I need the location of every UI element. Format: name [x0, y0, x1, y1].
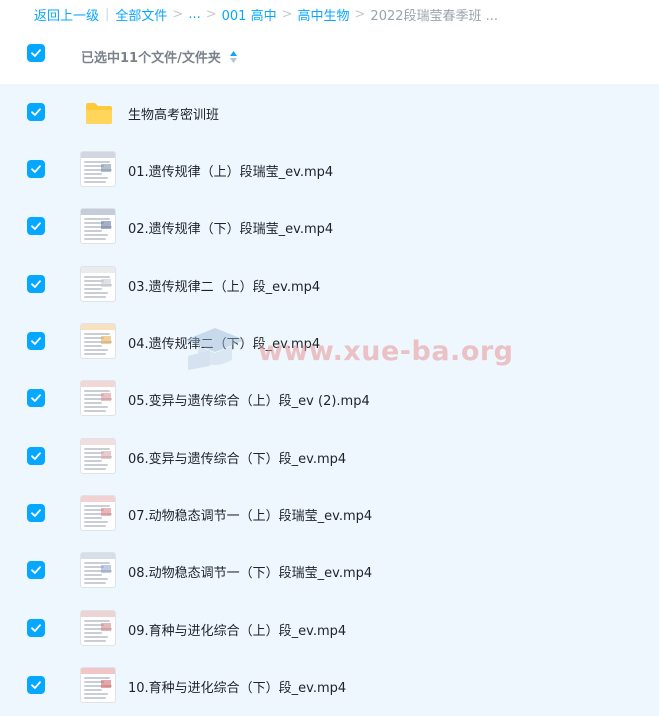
file-name[interactable]: 06.变异与遗传综合（下）段_ev.mp4	[128, 448, 346, 467]
breadcrumb-item-biology[interactable]: 高中生物	[298, 5, 350, 24]
file-row[interactable]: 04.遗传规律二（下）段_ev.mp4	[0, 313, 659, 370]
file-name[interactable]: 01.遗传规律（上）段瑞莹_ev.mp4	[128, 161, 333, 180]
video-thumbnail	[80, 610, 116, 646]
list-header: 已选中11个文件/文件夹	[0, 28, 659, 84]
row-checkbox[interactable]	[27, 447, 45, 465]
file-row[interactable]: 07.动物稳态调节一（上）段瑞莹_ev.mp4	[0, 485, 659, 542]
video-thumbnail	[80, 151, 116, 187]
file-row[interactable]: 10.育种与进化综合（下）段_ev.mp4	[0, 657, 659, 714]
row-checkbox[interactable]	[27, 619, 45, 637]
row-checkbox[interactable]	[27, 561, 45, 579]
breadcrumb-item-high-school[interactable]: 001 高中	[222, 5, 277, 24]
checkmark-icon	[31, 681, 41, 689]
file-row[interactable]: 03.遗传规律二（上）段_ev.mp4	[0, 256, 659, 313]
chevron-right-icon: >	[281, 6, 293, 22]
video-thumbnail	[80, 380, 116, 416]
file-name[interactable]: 05.变异与遗传综合（上）段_ev (2).mp4	[128, 390, 370, 409]
chevron-right-icon: >	[205, 6, 217, 22]
file-name[interactable]: 09.育种与进化综合（上）段_ev.mp4	[128, 620, 346, 639]
breadcrumb: 返回上一级 | 全部文件 > ... > 001 高中 > 高中生物 > 202…	[0, 0, 659, 28]
row-checkbox[interactable]	[27, 160, 45, 178]
row-checkbox[interactable]	[27, 389, 45, 407]
video-thumbnail	[80, 552, 116, 588]
video-thumbnail	[80, 208, 116, 244]
sort-icon[interactable]	[229, 50, 238, 64]
breadcrumb-item-ellipsis[interactable]: ...	[188, 7, 200, 22]
folder-name[interactable]: 生物高考密训班	[128, 104, 219, 123]
file-row[interactable]: 01.遗传规律（上）段瑞莹_ev.mp4	[0, 141, 659, 198]
file-row[interactable]: 09.育种与进化综合（上）段_ev.mp4	[0, 600, 659, 657]
file-name[interactable]: 08.动物稳态调节一（下）段瑞莹_ev.mp4	[128, 562, 372, 581]
row-checkbox[interactable]	[27, 332, 45, 350]
file-list: 生物高考密训班 01.遗传规律（上）段瑞莹_ev.mp4 02.遗传规律（下）段瑞莹…	[0, 84, 659, 716]
checkmark-icon	[31, 624, 41, 632]
file-name[interactable]: 02.遗传规律（下）段瑞莹_ev.mp4	[128, 218, 333, 237]
checkmark-icon	[31, 337, 41, 345]
file-name[interactable]: 10.育种与进化综合（下）段_ev.mp4	[128, 677, 346, 696]
chevron-right-icon: >	[172, 6, 184, 22]
file-name[interactable]: 03.遗传规律二（上）段_ev.mp4	[128, 276, 320, 295]
breadcrumb-item-all-files[interactable]: 全部文件	[115, 5, 167, 24]
select-all-checkbox[interactable]	[27, 44, 45, 62]
chevron-right-icon: >	[354, 6, 366, 22]
file-row[interactable]: 生物高考密训班	[0, 84, 659, 141]
video-thumbnail	[80, 266, 116, 302]
row-checkbox[interactable]	[27, 217, 45, 235]
row-checkbox[interactable]	[27, 676, 45, 694]
graduation-cap-icon	[185, 328, 245, 370]
video-thumbnail	[80, 495, 116, 531]
breadcrumb-item-current: 2022段瑞莹春季班 ...	[370, 8, 499, 24]
breadcrumb-divider: |	[105, 6, 110, 22]
back-link[interactable]: 返回上一级	[34, 5, 99, 24]
checkmark-icon	[31, 222, 41, 230]
video-thumbnail	[80, 438, 116, 474]
row-checkbox[interactable]	[27, 275, 45, 293]
file-row[interactable]: 06.变异与遗传综合（下）段_ev.mp4	[0, 428, 659, 485]
checkmark-icon	[31, 165, 41, 173]
row-checkbox[interactable]	[27, 504, 45, 522]
folder-icon	[86, 103, 112, 124]
file-row[interactable]: 08.动物稳态调节一（下）段瑞莹_ev.mp4	[0, 542, 659, 599]
checkmark-icon	[31, 49, 41, 57]
checkmark-icon	[31, 394, 41, 402]
checkmark-icon	[31, 280, 41, 288]
video-thumbnail	[80, 667, 116, 703]
checkmark-icon	[31, 452, 41, 460]
file-row[interactable]: 05.变异与遗传综合（上）段_ev (2).mp4	[0, 370, 659, 427]
checkmark-icon	[31, 509, 41, 517]
checkmark-icon	[31, 566, 41, 574]
checkmark-icon	[31, 108, 41, 116]
row-checkbox[interactable]	[27, 103, 45, 121]
selection-count: 已选中11个文件/文件夹	[81, 51, 221, 66]
video-thumbnail	[80, 323, 116, 359]
file-name[interactable]: 07.动物稳态调节一（上）段瑞莹_ev.mp4	[128, 505, 372, 524]
file-browser: 返回上一级 | 全部文件 > ... > 001 高中 > 高中生物 > 202…	[0, 0, 659, 716]
file-row[interactable]: 02.遗传规律（下）段瑞莹_ev.mp4	[0, 198, 659, 255]
